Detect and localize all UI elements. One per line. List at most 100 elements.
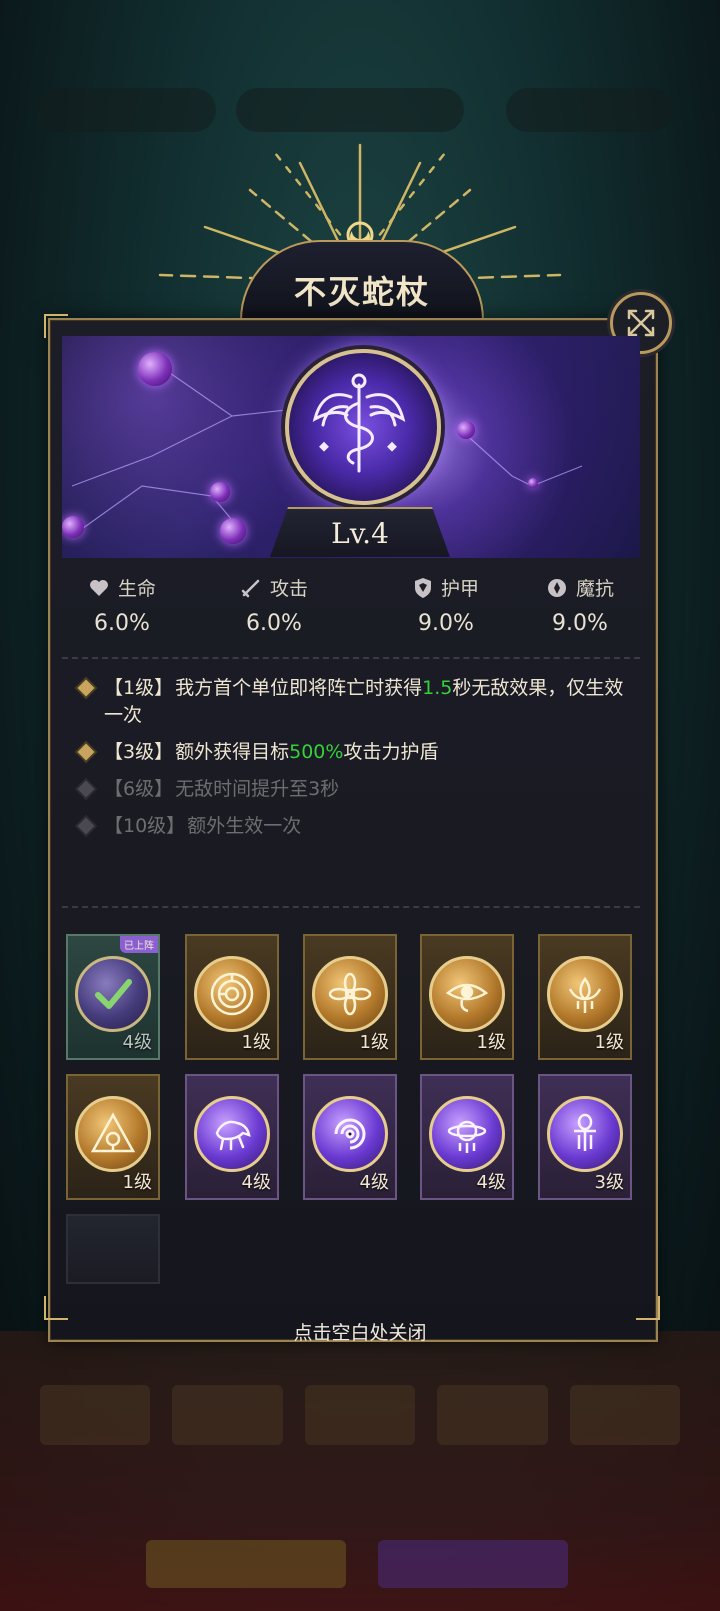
diamond-bullet-icon xyxy=(77,817,95,835)
maze-glyph xyxy=(210,972,254,1016)
effect-item: 【1级】 我方首个单位即将阵亡时获得1.5秒无敌效果，仅生效一次 xyxy=(77,675,638,729)
bg-button-right xyxy=(378,1540,568,1588)
relic-level: Lv.4 xyxy=(331,516,389,550)
relic-title: 不灭蛇杖 xyxy=(293,273,430,311)
planet-glyph xyxy=(447,1120,487,1153)
bg-resource-bar-left xyxy=(36,88,216,132)
stats-row: 生命 6.0% 攻击 6.0% 护甲 9.0% 魔抗 9.0% xyxy=(62,574,640,644)
ankh-glyph xyxy=(574,1113,596,1151)
lotus-pendant-icon xyxy=(547,956,623,1032)
eye-glyph xyxy=(445,983,489,1013)
effect-text: 额外生效一次 xyxy=(187,815,302,837)
diamond-bullet-icon xyxy=(77,780,95,798)
relic-level-label: 1级 xyxy=(359,1032,389,1053)
divider xyxy=(62,657,640,659)
horse-icon xyxy=(194,1096,270,1172)
relic-level-label: 4级 xyxy=(241,1172,271,1193)
triangle-glyph xyxy=(90,1112,136,1153)
bg-bottom-area xyxy=(0,1331,720,1611)
effect-text: 我方首个单位即将阵亡时获得 xyxy=(175,677,423,699)
panel-corner xyxy=(44,1296,68,1320)
stat-magic-resist: 魔抗 9.0% xyxy=(520,574,640,636)
lotus-flower-icon xyxy=(312,956,388,1032)
flower-glyph xyxy=(328,972,372,1016)
sword-icon xyxy=(241,579,260,597)
stat-label: 攻击 xyxy=(269,578,308,600)
effect-level: 【10级】 xyxy=(104,815,186,837)
panel-corner xyxy=(636,1296,660,1320)
purple-orb xyxy=(528,478,538,488)
equipped-badge: 已上阵 xyxy=(120,936,158,953)
panel-corner xyxy=(44,314,68,338)
horse-glyph xyxy=(215,1120,251,1151)
serpent-staff-icon xyxy=(75,956,151,1032)
bg-button-left xyxy=(146,1540,346,1588)
effect-text: 攻击力护盾 xyxy=(343,741,439,763)
moon-planet-icon xyxy=(429,1096,505,1172)
vortex-glyph xyxy=(334,1118,366,1150)
relic-card[interactable]: 4级 xyxy=(420,1074,514,1200)
magic-resist-icon xyxy=(547,578,566,597)
bg-resource-bar-right xyxy=(506,88,672,132)
relic-level-label: 4级 xyxy=(476,1172,506,1193)
bg-resource-bar-center xyxy=(236,88,464,132)
relic-card-partial[interactable] xyxy=(66,1214,160,1284)
relic-card[interactable]: 1级 xyxy=(420,934,514,1060)
purple-orb xyxy=(210,482,230,502)
lotus-glyph xyxy=(568,976,602,1013)
serpent-staff-icon xyxy=(312,373,406,473)
relic-level-plate: Lv.4 xyxy=(270,507,450,557)
purple-orb xyxy=(220,518,246,544)
effect-item: 【3级】 额外获得目标500%攻击力护盾 xyxy=(77,739,638,766)
effect-highlight: 500% xyxy=(289,741,344,763)
diamond-bullet-icon xyxy=(77,743,95,761)
tap-to-close-hint[interactable]: 点击空白处关闭 xyxy=(0,1318,720,1345)
relic-card[interactable]: 4级 xyxy=(185,1074,279,1200)
purple-orb xyxy=(62,516,84,538)
diamond-bullet-icon xyxy=(77,679,95,697)
relic-level-label: 1级 xyxy=(594,1032,624,1053)
relic-card[interactable]: 1级 xyxy=(538,934,632,1060)
triangle-eye-icon xyxy=(75,1096,151,1172)
stat-value: 9.0% xyxy=(552,611,608,636)
maze-icon xyxy=(194,956,270,1032)
purple-orb xyxy=(457,421,475,439)
relic-card[interactable]: 4级 xyxy=(303,1074,397,1200)
relic-level-label: 4级 xyxy=(359,1172,389,1193)
effect-level: 【1级】 xyxy=(104,677,174,699)
stat-attack: 攻击 6.0% xyxy=(214,574,334,636)
stat-label: 生命 xyxy=(117,578,156,600)
effect-level: 【6级】 xyxy=(104,778,174,800)
relic-level-label: 1级 xyxy=(122,1172,152,1193)
shield-icon xyxy=(414,577,431,598)
relic-level-label: 1级 xyxy=(476,1032,506,1053)
stat-value: 6.0% xyxy=(246,611,302,636)
stat-armor: 护甲 9.0% xyxy=(386,574,506,636)
relic-card[interactable]: 1级 xyxy=(185,934,279,1060)
eye-of-horus-icon xyxy=(429,956,505,1032)
stat-value: 6.0% xyxy=(94,611,150,636)
purple-orb xyxy=(138,352,172,386)
relic-emblem xyxy=(285,349,441,505)
stat-label: 魔抗 xyxy=(575,578,614,600)
effect-text: 额外获得目标 xyxy=(175,741,290,763)
relic-card[interactable]: 1级 xyxy=(66,1074,160,1200)
relic-level-label: 4级 xyxy=(122,1032,152,1053)
relic-card[interactable]: 1级 xyxy=(303,934,397,1060)
relic-card[interactable]: 3级 xyxy=(538,1074,632,1200)
checkmark-icon xyxy=(95,979,132,1009)
stat-hp: 生命 6.0% xyxy=(62,574,182,636)
relic-level-label: 1级 xyxy=(241,1032,271,1053)
stat-value: 9.0% xyxy=(418,611,474,636)
relic-card-equipped[interactable]: 已上阵 4级 xyxy=(66,934,160,1060)
relic-level-label: 3级 xyxy=(594,1172,624,1193)
effect-level: 【3级】 xyxy=(104,741,174,763)
effect-text: 无敌时间提升至3秒 xyxy=(175,778,340,800)
effect-highlight: 1.5 xyxy=(422,677,453,699)
divider xyxy=(62,906,640,908)
effect-item-locked: 【6级】 无敌时间提升至3秒 xyxy=(77,776,638,803)
heart-icon xyxy=(89,579,108,596)
relic-title-plate: 不灭蛇杖 xyxy=(240,240,484,320)
effect-list: 【1级】 我方首个单位即将阵亡时获得1.5秒无敌效果，仅生效一次 【3级】 额外获得… xyxy=(77,675,638,850)
vortex-icon xyxy=(312,1096,388,1172)
